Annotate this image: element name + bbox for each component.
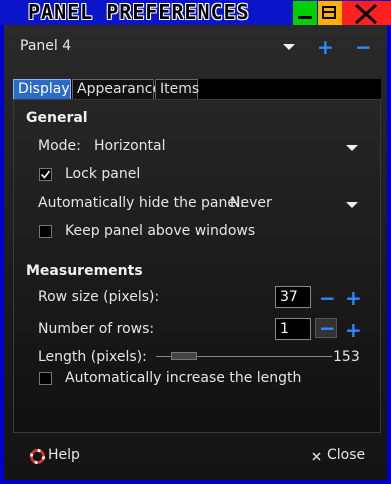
help-label: Help — [48, 447, 80, 463]
row-size-decrease-button[interactable]: − — [319, 288, 336, 308]
length-slider-thumb[interactable] — [171, 352, 197, 360]
window-titlebar[interactable]: PANEL PREFERENCES — [0, 0, 391, 25]
minimize-button[interactable] — [293, 1, 317, 25]
lock-panel-label: Lock panel — [65, 166, 141, 182]
tab-items[interactable]: Items — [155, 79, 199, 99]
lock-panel-checkbox[interactable] — [39, 168, 52, 181]
close-button[interactable]: Close — [312, 447, 372, 467]
length-value: 153 — [333, 349, 360, 365]
tab-bar: Display Appearance Items — [13, 79, 381, 99]
rows-input[interactable]: 1 — [275, 318, 311, 340]
minus-icon: − — [319, 316, 336, 340]
keep-above-checkbox[interactable] — [39, 225, 52, 238]
display-page: General Mode: Horizontal Lock panel Auto… — [13, 99, 381, 433]
mode-label: Mode: — [38, 138, 81, 154]
mode-dropdown-arrow-icon[interactable] — [346, 145, 358, 151]
autohide-dropdown-arrow-icon[interactable] — [346, 202, 358, 208]
remove-panel-button[interactable]: − — [355, 37, 372, 57]
auto-length-checkbox[interactable] — [39, 372, 52, 385]
auto-length-label: Automatically increase the length — [65, 370, 302, 386]
row-size-input[interactable]: 37 — [275, 286, 311, 308]
close-window-button[interactable] — [342, 1, 391, 25]
dialog-footer: Help Close — [4, 433, 387, 480]
tab-appearance[interactable]: Appearance — [72, 79, 161, 99]
rows-label: Number of rows: — [38, 321, 155, 337]
tab-display[interactable]: Display — [13, 79, 71, 99]
window-title: PANEL PREFERENCES — [28, 0, 250, 24]
panel-selector[interactable]: Panel 4 — [20, 38, 71, 54]
measurements-heading: Measurements — [26, 263, 143, 279]
preferences-notebook: Display Appearance Items General Mode: H… — [13, 79, 381, 433]
close-label: Close — [327, 447, 366, 463]
autohide-select[interactable]: Never — [230, 195, 272, 211]
lifebuoy-icon — [30, 449, 45, 464]
keep-above-label: Keep panel above windows — [65, 223, 256, 239]
row-size-label: Row size (pixels): — [38, 289, 160, 305]
add-panel-button[interactable]: + — [317, 37, 334, 57]
length-label: Length (pixels): — [38, 349, 147, 365]
panel-dropdown-arrow-icon[interactable] — [283, 44, 295, 50]
general-heading: General — [26, 110, 88, 126]
close-x-icon — [312, 452, 321, 461]
panel-selector-row: Panel 4 + − — [4, 25, 387, 71]
close-icon — [354, 3, 378, 25]
mode-select[interactable]: Horizontal — [94, 138, 165, 154]
row-size-increase-button[interactable]: + — [345, 288, 362, 308]
rows-decrease-button[interactable]: − — [315, 318, 337, 338]
autohide-label: Automatically hide the panel: — [38, 195, 245, 211]
rows-increase-button[interactable]: + — [345, 320, 362, 340]
maximize-button[interactable] — [318, 1, 342, 25]
checkmark-icon — [40, 170, 51, 179]
preferences-window: Panel 4 + − Display Appearance Items Gen… — [4, 25, 387, 480]
